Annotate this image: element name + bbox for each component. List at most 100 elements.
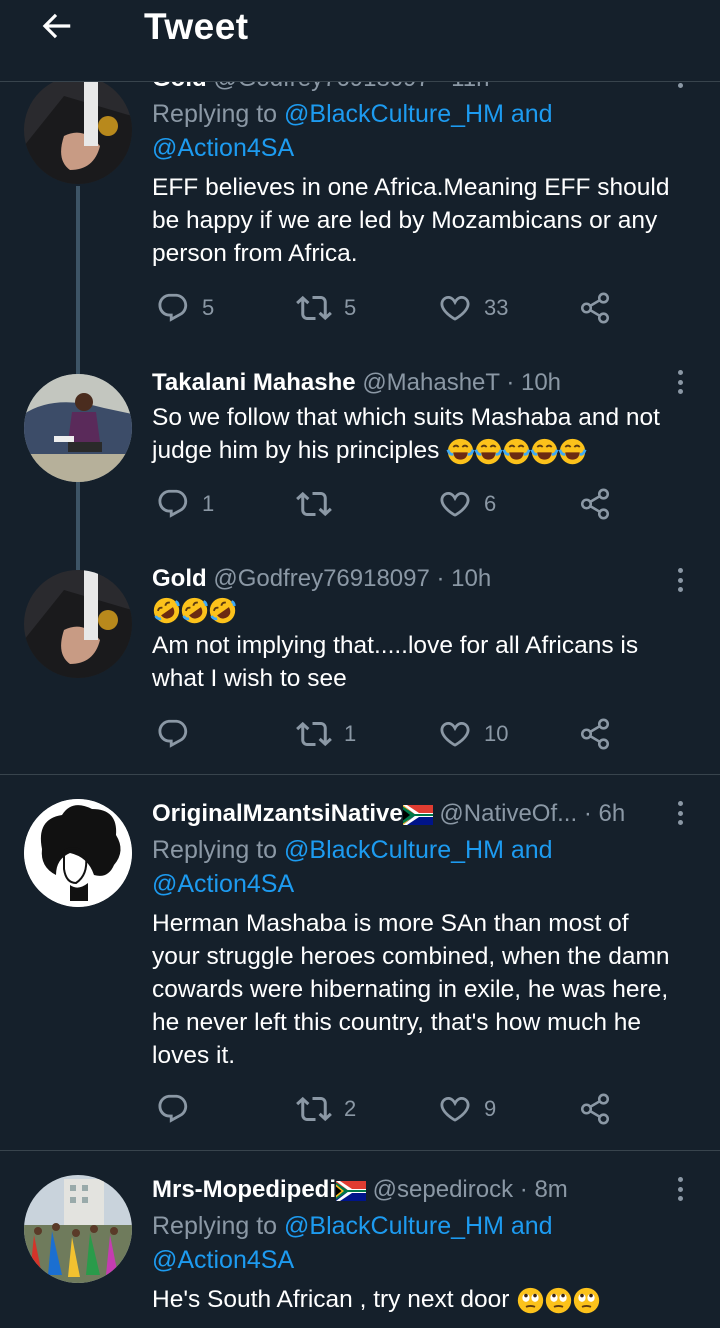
tweet-actions: 1 6 bbox=[152, 484, 622, 524]
handle[interactable]: @NativeOf... bbox=[439, 800, 577, 827]
reply-button[interactable]: 5 bbox=[156, 288, 214, 328]
and-text: and bbox=[510, 100, 553, 128]
avatar[interactable] bbox=[24, 799, 132, 907]
like-button[interactable]: 9 bbox=[438, 1089, 496, 1129]
timestamp[interactable]: · 10h bbox=[506, 369, 561, 396]
reply-icon bbox=[156, 487, 190, 521]
replying-prefix: Replying to bbox=[152, 836, 278, 864]
eye-roll-emoji bbox=[572, 1286, 601, 1315]
tears-of-joy-emoji bbox=[474, 437, 503, 466]
emoji-group bbox=[152, 596, 680, 628]
mention-link[interactable]: @BlackCulture_HM bbox=[284, 1212, 504, 1240]
south-africa-flag-icon bbox=[336, 1180, 366, 1201]
share-button[interactable] bbox=[578, 714, 612, 754]
share-button[interactable] bbox=[578, 484, 612, 524]
reply-icon bbox=[156, 1092, 190, 1126]
handle[interactable]: @Godfrey76918097 bbox=[213, 565, 430, 592]
south-africa-flag-icon bbox=[402, 804, 433, 825]
tweet-text: Herman Mashaba is more SAn than most of … bbox=[152, 910, 670, 1069]
reply-button[interactable]: 1 bbox=[156, 484, 214, 524]
handle[interactable]: @MahasheT bbox=[362, 369, 499, 396]
share-icon bbox=[578, 717, 612, 751]
retweet-button[interactable]: 2 bbox=[296, 1089, 356, 1129]
timestamp[interactable]: · 10h bbox=[437, 565, 492, 592]
display-name[interactable]: Mrs-Mopedipedi bbox=[152, 1176, 336, 1203]
reply-icon bbox=[156, 291, 190, 325]
and-text: and bbox=[510, 1212, 553, 1240]
tweet-5[interactable]: Mrs-Mopedipedi @sepedirock · 8m Replying… bbox=[0, 1151, 720, 1328]
mention-link[interactable]: @BlackCulture_HM bbox=[284, 100, 504, 128]
heart-icon bbox=[438, 487, 472, 521]
mention-link[interactable]: @Action4SA bbox=[152, 870, 294, 898]
tweet-3[interactable]: Gold @Godfrey76918097 · 10h Am not imply… bbox=[0, 564, 720, 774]
tweet-text: He's South African , try next door bbox=[152, 1283, 680, 1316]
reply-count: 1 bbox=[202, 491, 215, 516]
tweet-text: So we follow that which suits Mashaba an… bbox=[152, 401, 680, 467]
tweet-actions: 5 5 33 bbox=[152, 288, 622, 328]
avatar[interactable] bbox=[24, 1175, 132, 1283]
mention-link[interactable]: @Action4SA bbox=[152, 1246, 294, 1274]
retweet-icon bbox=[296, 716, 332, 752]
page-title: Tweet bbox=[144, 6, 249, 47]
tweet-text-body: He's South African , try next door bbox=[152, 1286, 510, 1313]
heart-icon bbox=[438, 717, 472, 751]
retweet-icon bbox=[296, 290, 332, 326]
tweet-actions: 1 10 bbox=[152, 714, 622, 754]
reply-icon bbox=[156, 717, 190, 751]
tears-of-joy-emoji bbox=[502, 437, 531, 466]
handle[interactable]: @sepedirock bbox=[373, 1176, 513, 1203]
eye-roll-emoji bbox=[516, 1286, 545, 1315]
top-bar: Tweet bbox=[0, 0, 720, 82]
tweet-4[interactable]: OriginalMzantsiNative @NativeOf... · 6h … bbox=[0, 775, 720, 1150]
avatar[interactable] bbox=[24, 374, 132, 482]
mention-link[interactable]: @BlackCulture_HM bbox=[284, 836, 504, 864]
rofl-emoji bbox=[152, 596, 181, 625]
share-button[interactable] bbox=[578, 1089, 612, 1129]
back-button[interactable] bbox=[34, 4, 78, 48]
emoji-group bbox=[446, 437, 586, 464]
tears-of-joy-emoji bbox=[446, 437, 475, 466]
like-button[interactable]: 33 bbox=[438, 288, 508, 328]
thread-line bbox=[76, 364, 80, 374]
like-count: 6 bbox=[484, 491, 497, 516]
tweet-meta: Gold @Godfrey76918097 · 10h bbox=[152, 562, 660, 596]
reply-count: 5 bbox=[202, 295, 215, 320]
more-options-button[interactable] bbox=[670, 366, 690, 398]
retweet-button[interactable] bbox=[296, 484, 344, 524]
rofl-emoji bbox=[208, 596, 237, 625]
eye-roll-emoji bbox=[544, 1286, 573, 1315]
tweet-actions: 2 9 bbox=[152, 1089, 622, 1129]
display-name[interactable]: OriginalMzantsiNative bbox=[152, 800, 403, 827]
replying-to: Replying to @BlackCulture_HM and @Action… bbox=[152, 833, 680, 901]
more-options-button[interactable] bbox=[670, 797, 690, 829]
timestamp[interactable]: · 8m bbox=[520, 1176, 568, 1203]
tweet-1[interactable]: Gold @Godfrey76918097 · 11h Replying to … bbox=[0, 64, 720, 364]
retweet-button[interactable]: 1 bbox=[296, 714, 356, 754]
retweet-count: 1 bbox=[344, 721, 357, 746]
retweet-button[interactable]: 5 bbox=[296, 288, 356, 328]
tears-of-joy-emoji bbox=[558, 437, 587, 466]
avatar[interactable] bbox=[24, 76, 132, 184]
replying-to: Replying to @BlackCulture_HM and @Action… bbox=[152, 97, 680, 165]
avatar[interactable] bbox=[24, 570, 132, 678]
thread-line bbox=[76, 186, 80, 364]
tweet-text: EFF believes in one Africa.Meaning EFF s… bbox=[152, 174, 670, 267]
display-name[interactable]: Takalani Mahashe bbox=[152, 369, 356, 396]
share-button[interactable] bbox=[578, 288, 612, 328]
display-name[interactable]: Gold bbox=[152, 565, 207, 592]
tweet-meta: OriginalMzantsiNative @NativeOf... · 6h bbox=[152, 797, 660, 831]
thread-line bbox=[76, 482, 80, 564]
more-options-button[interactable] bbox=[670, 564, 690, 596]
more-options-button[interactable] bbox=[670, 1173, 690, 1205]
emoji-group bbox=[516, 1286, 600, 1313]
mention-link[interactable]: @Action4SA bbox=[152, 134, 294, 162]
heart-icon bbox=[438, 291, 472, 325]
reply-button[interactable] bbox=[156, 714, 202, 754]
replying-to: Replying to @BlackCulture_HM and @Action… bbox=[152, 1209, 680, 1277]
timestamp[interactable]: · 6h bbox=[584, 800, 625, 827]
like-button[interactable]: 6 bbox=[438, 484, 496, 524]
tweet-2[interactable]: Takalani Mahashe @MahasheT · 10h So we f… bbox=[0, 364, 720, 564]
like-button[interactable]: 10 bbox=[438, 714, 508, 754]
replying-prefix: Replying to bbox=[152, 1212, 278, 1240]
reply-button[interactable] bbox=[156, 1089, 202, 1129]
